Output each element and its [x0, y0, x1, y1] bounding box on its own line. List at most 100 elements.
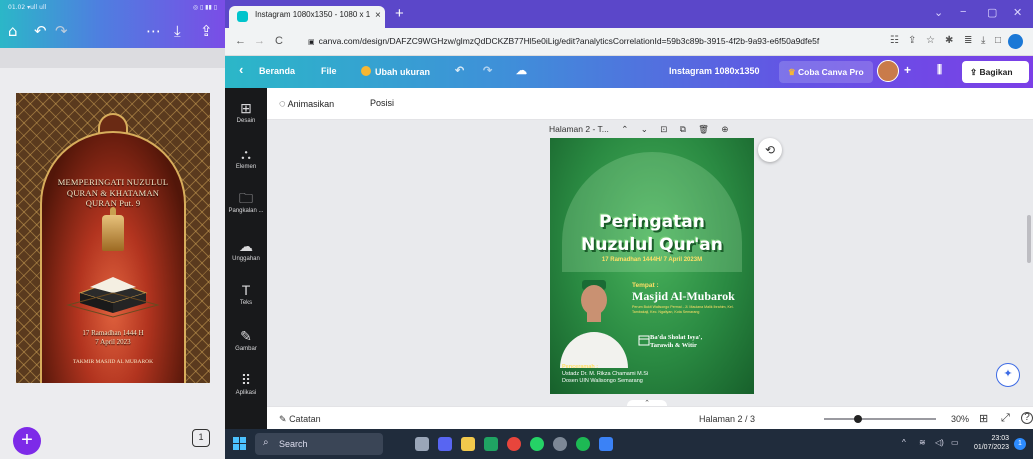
brand-icon: 🗀 — [239, 190, 253, 206]
sidebar-item-brand[interactable]: 🗀 Pangkalan ... — [225, 190, 267, 214]
canva-app-icon[interactable] — [599, 437, 613, 451]
meet-icon[interactable] — [438, 437, 452, 451]
canva-top-bar: ‹ Beranda File Ubah ukuran ↶ ↷ ☁ Instagr… — [225, 56, 1033, 88]
forward-button[interactable]: → — [254, 35, 265, 47]
clock-time: 23:03 — [991, 435, 1009, 442]
notes-button[interactable]: ✎ Catatan — [279, 414, 321, 425]
context-toolbar: ◌ Animasikan Posisi — [267, 88, 1033, 120]
fullscreen-icon[interactable]: ⤢ — [1001, 412, 1010, 425]
phone-poster[interactable]: MEMPERINGATI NUZULUL QURAN & KHATAMAN QU… — [16, 93, 210, 383]
profile-avatar[interactable] — [1008, 34, 1023, 49]
settings-icon[interactable] — [553, 437, 567, 451]
sidebar-item-design[interactable]: ⊞ Desain — [225, 100, 267, 124]
help-button[interactable]: ? — [1021, 412, 1033, 424]
chrome-icon[interactable] — [507, 437, 521, 451]
share-icon[interactable]: ⇪ — [200, 24, 213, 39]
sidebar-item-uploads[interactable]: ☁ Unggahan — [225, 238, 267, 262]
duplicate-icon[interactable]: ⧉ — [680, 124, 686, 134]
design-name[interactable]: Instagram 1080x1350 — [669, 66, 760, 76]
trash-icon[interactable]: 🗑 — [698, 124, 709, 134]
pages-button[interactable]: 1 — [192, 429, 210, 447]
url-field[interactable]: ▣ canva.com/design/DAFZC9WGHzw/glmzQdDCKZ… — [300, 33, 940, 51]
undo-icon[interactable]: ↶ — [455, 64, 464, 77]
undo-icon[interactable]: ↶ — [34, 24, 47, 39]
canva-favicon-icon — [237, 11, 248, 22]
tray-expand-icon[interactable]: ^ — [902, 438, 906, 447]
page-indicator[interactable]: Halaman 2 / 3 — [699, 414, 755, 424]
resize-button[interactable]: Ubah ukuran — [361, 66, 430, 77]
sidebar-label: Desain — [236, 118, 256, 124]
new-tab-button[interactable]: + — [395, 5, 404, 22]
refresh-design-icon[interactable]: ⟲ — [758, 138, 782, 162]
taskbar-search[interactable]: ⌕ Search — [255, 433, 383, 455]
share-page-icon[interactable]: ⇪ — [908, 35, 916, 46]
insights-icon[interactable]: ⫼ — [937, 64, 942, 77]
bookmark-star-icon[interactable]: ☆ — [926, 35, 935, 46]
browser-window: Instagram 1080x1350 - 1080 x 1 × + ⌄ − ▢… — [225, 0, 1033, 459]
extensions-icon[interactable]: ✱ — [945, 35, 953, 46]
translate-icon[interactable]: ☷ — [890, 35, 899, 46]
home-icon[interactable]: ⌂ — [8, 24, 18, 39]
maximize-button[interactable]: ▢ — [987, 6, 997, 19]
back-button[interactable]: ← — [235, 35, 246, 47]
page-title[interactable]: Halaman 2 - T... — [549, 124, 609, 134]
side-panel-icon[interactable]: □ — [995, 35, 1001, 46]
task-view-icon[interactable] — [415, 437, 429, 451]
windows-start-icon[interactable] — [233, 437, 247, 451]
grid-view-icon[interactable]: ⊞ — [979, 412, 988, 425]
poster-subtitle: 17 Ramadhan 1444H/ 7 April 2023M — [601, 257, 703, 263]
minimize-button[interactable]: − — [960, 6, 966, 18]
browser-tab[interactable]: Instagram 1080x1350 - 1080 x 1 × — [229, 6, 385, 28]
design-canvas[interactable]: Halaman 2 - T... ⌃ ⌄ ⊡ ⧉ 🗑 ⊕ Peringatan … — [267, 120, 1033, 408]
back-chevron-icon[interactable]: ‹ — [239, 62, 243, 77]
redo-icon[interactable]: ↷ — [55, 24, 68, 39]
zoom-slider-knob[interactable] — [854, 415, 862, 423]
vertical-scrollbar[interactable] — [1027, 215, 1031, 263]
notes-label: Catatan — [289, 414, 321, 424]
reading-list-icon[interactable]: ≣ — [964, 35, 972, 46]
wifi-icon[interactable]: ≋ — [919, 438, 926, 447]
status-time: 01.02 — [8, 4, 26, 11]
share-button[interactable]: ⇪ Bagikan — [962, 61, 1029, 83]
tab-search-icon[interactable]: ⌄ — [934, 6, 943, 19]
spotify-icon[interactable] — [576, 437, 590, 451]
tab-close-icon[interactable]: × — [375, 10, 381, 21]
zoom-slider[interactable] — [824, 415, 936, 423]
position-button[interactable]: Posisi — [370, 98, 394, 108]
taskbar-clock[interactable]: 23:03 01/07/2023 — [965, 434, 1009, 452]
text-icon: T — [241, 282, 251, 298]
add-button[interactable]: + — [13, 427, 41, 455]
file-explorer-icon[interactable] — [461, 437, 475, 451]
battery-icon[interactable]: ▭ — [951, 438, 959, 447]
add-page-icon[interactable]: ⊕ — [721, 124, 728, 134]
whatsapp-icon[interactable] — [530, 437, 544, 451]
chevron-up-icon[interactable]: ⌃ — [621, 124, 628, 134]
sidebar-item-text[interactable]: T Teks — [225, 282, 267, 306]
try-pro-button[interactable]: ♛ Coba Canva Pro — [779, 61, 873, 83]
download-icon[interactable]: ⤓ — [174, 24, 181, 39]
user-avatar[interactable] — [877, 60, 899, 82]
invite-plus-icon[interactable]: + — [904, 63, 911, 77]
sidebar-item-elements[interactable]: ⛬ Elemen — [225, 146, 267, 170]
reload-button[interactable]: C — [275, 35, 283, 47]
magic-assistant-icon[interactable]: ✦ — [996, 363, 1020, 387]
file-menu[interactable]: File — [321, 66, 337, 76]
cloud-saved-icon[interactable]: ☁ — [516, 64, 527, 77]
close-window-button[interactable]: ✕ — [1013, 6, 1022, 19]
lock-icon[interactable]: ⊡ — [660, 124, 667, 134]
poster-page[interactable]: Peringatan Nuzulul Qur'an 17 Ramadhan 14… — [550, 138, 754, 394]
animate-button[interactable]: ◌ Animasikan — [279, 98, 334, 110]
volume-icon[interactable]: ◁) — [935, 438, 944, 447]
zoom-percent[interactable]: 30% — [951, 414, 969, 424]
taskbar-search-label: Search — [279, 439, 308, 449]
notification-badge[interactable]: 1 — [1014, 438, 1026, 450]
sidebar-item-apps[interactable]: ⠿ Aplikasi — [225, 372, 267, 396]
chevron-down-icon[interactable]: ⌄ — [641, 124, 648, 134]
sidebar-item-draw[interactable]: ✎ Gambar — [225, 328, 267, 352]
home-link[interactable]: Beranda — [259, 66, 295, 76]
redo-icon[interactable]: ↷ — [483, 64, 492, 77]
poster-date: 17 Ramadhan 1444 H 7 April 2023 — [16, 329, 210, 347]
store-icon[interactable] — [484, 437, 498, 451]
more-icon[interactable]: ⋯ — [146, 24, 161, 39]
downloads-icon[interactable]: ⤓ — [981, 35, 985, 46]
